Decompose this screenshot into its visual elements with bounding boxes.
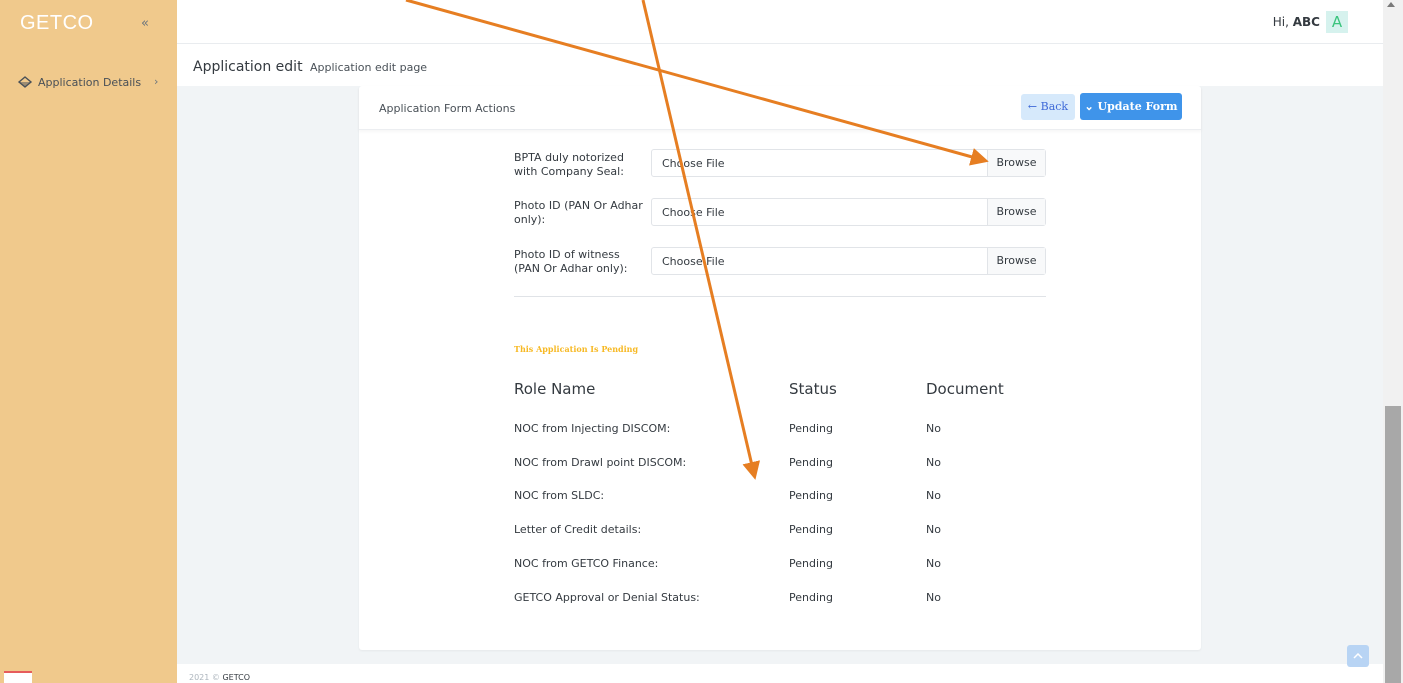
- footer-brand[interactable]: GETCO: [222, 673, 250, 682]
- choose-file-text: Choose File: [662, 255, 725, 268]
- page-title: Application edit Application edit page: [193, 59, 427, 75]
- section-divider: [514, 296, 1046, 297]
- brand-logo: GETCO: [20, 12, 94, 34]
- table-row-status: Pending: [789, 523, 833, 536]
- user-name: ABC: [1292, 15, 1320, 29]
- page-subheading: Application edit page: [310, 61, 428, 74]
- sidebar-item-application-details[interactable]: Application Details ›: [0, 70, 177, 96]
- greeting-prefix: Hi,: [1272, 15, 1289, 29]
- browse-button[interactable]: Browse: [987, 150, 1045, 176]
- top-header: Hi, ABC A: [177, 0, 1383, 44]
- card-title: Application Form Actions: [379, 102, 516, 115]
- corner-badge: [4, 671, 32, 683]
- table-row-document: No: [926, 489, 941, 502]
- avatar[interactable]: A: [1326, 11, 1348, 33]
- table-row-status: Pending: [789, 557, 833, 570]
- sidebar: GETCO « Application Details ›: [0, 0, 177, 683]
- browse-button[interactable]: Browse: [987, 199, 1045, 225]
- diamond-icon: [17, 76, 33, 88]
- photo-id-file-label: Photo ID (PAN Or Adhar only):: [514, 199, 643, 226]
- table-row-status: Pending: [789, 591, 833, 604]
- table-row-status: Pending: [789, 489, 833, 502]
- browse-button[interactable]: Browse: [987, 248, 1045, 274]
- bpta-file-label: BPTA duly notorized with Company Seal:: [514, 151, 624, 178]
- table-row-status: Pending: [789, 456, 833, 469]
- update-form-button[interactable]: ⌄ Update Form: [1080, 93, 1182, 120]
- table-row-document: No: [926, 422, 941, 435]
- table-row-role: NOC from Injecting DISCOM:: [514, 422, 671, 435]
- table-row-role: Letter of Credit details:: [514, 523, 642, 536]
- column-header-document: Document: [926, 380, 1004, 398]
- bpta-file-input[interactable]: Choose File Browse: [651, 149, 1046, 177]
- copyright-year: 2021 ©: [189, 673, 220, 682]
- card-header: Application Form Actions ← Back ⌄ Update…: [359, 86, 1201, 130]
- page-heading: Application edit: [193, 59, 303, 75]
- table-row-document: No: [926, 591, 941, 604]
- user-greeting: Hi, ABC: [1273, 15, 1320, 29]
- brand: GETCO «: [0, 0, 177, 44]
- chevron-up-icon: [1353, 653, 1363, 659]
- page-title-bar: Application edit Application edit page: [177, 44, 1383, 86]
- scroll-to-top-button[interactable]: [1347, 645, 1369, 667]
- witness-photo-id-file-label: Photo ID of witness (PAN Or Adhar only):: [514, 248, 628, 275]
- back-button[interactable]: ← Back: [1021, 94, 1075, 120]
- witness-photo-id-file-input[interactable]: Choose File Browse: [651, 247, 1046, 275]
- footer: 2021 © GETCO: [177, 664, 1383, 683]
- photo-id-file-input[interactable]: Choose File Browse: [651, 198, 1046, 226]
- table-row-document: No: [926, 557, 941, 570]
- sidebar-item-label: Application Details: [38, 76, 142, 89]
- scrollbar-thumb[interactable]: [1385, 406, 1401, 683]
- table-row-role: NOC from Drawl point DISCOM:: [514, 456, 687, 469]
- column-header-status: Status: [789, 380, 837, 398]
- collapse-sidebar-icon[interactable]: «: [141, 16, 149, 31]
- table-row-role: NOC from SLDC:: [514, 489, 605, 502]
- table-row-role: GETCO Approval or Denial Status:: [514, 591, 700, 604]
- vertical-scrollbar[interactable]: [1383, 0, 1403, 683]
- scroll-up-arrow-icon[interactable]: [1387, 2, 1395, 7]
- table-row-role: NOC from GETCO Finance:: [514, 557, 659, 570]
- column-header-role-name: Role Name: [514, 380, 596, 398]
- pending-status-notice: This Application Is Pending: [514, 344, 639, 354]
- table-row-document: No: [926, 523, 941, 536]
- choose-file-text: Choose File: [662, 157, 725, 170]
- footer-copyright: 2021 © GETCO: [189, 673, 250, 682]
- chevron-right-icon: ›: [154, 75, 159, 88]
- choose-file-text: Choose File: [662, 206, 725, 219]
- table-row-document: No: [926, 456, 941, 469]
- table-row-status: Pending: [789, 422, 833, 435]
